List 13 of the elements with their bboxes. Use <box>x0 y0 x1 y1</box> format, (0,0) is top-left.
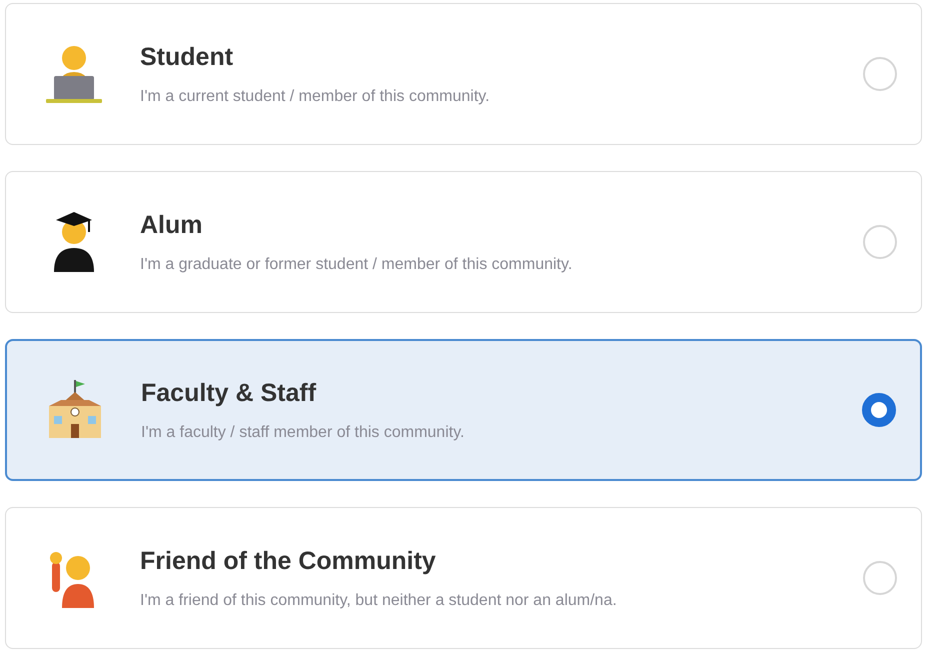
radio-button[interactable] <box>862 393 896 427</box>
option-card[interactable]: Student I'm a current student / member of this community. <box>5 3 922 145</box>
option-title: Alum <box>140 210 204 240</box>
option-description: I'm a friend of this community, but neither a student nor an alum/na. <box>140 592 618 610</box>
option-title: Friend of the Community <box>140 546 437 576</box>
option-card[interactable]: Faculty & Staff I'm a faculty / staff member of this community. <box>5 339 922 481</box>
option-description: I'm a current student / member of this community. <box>140 88 491 106</box>
option-title: Student <box>140 42 234 72</box>
option-title: Faculty & Staff <box>141 378 318 408</box>
option-description: I'm a faculty / staff member of this community. <box>141 424 466 442</box>
option-description: I'm a graduate or former student / member of this community. <box>140 256 574 274</box>
option-card[interactable]: Friend of the Community I'm a friend of this community, but neither a student nor an alum/na. <box>5 507 922 649</box>
option-card[interactable]: Alum I'm a graduate or former student / member of this community. <box>5 171 922 313</box>
